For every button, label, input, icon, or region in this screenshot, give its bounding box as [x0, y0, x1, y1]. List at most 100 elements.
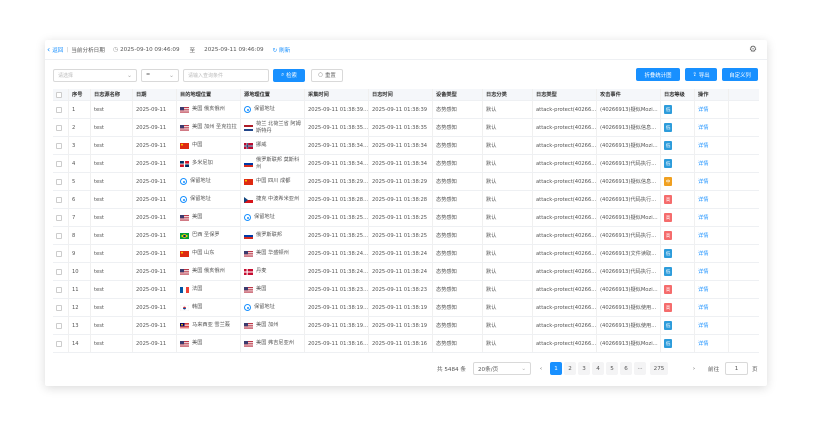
table-cell: (40266913)代码执行... — [597, 191, 661, 208]
flag-icon — [244, 250, 253, 257]
page-button[interactable]: 3 — [578, 362, 590, 375]
table-cell: 2025-09-11 — [133, 155, 177, 172]
select-all-checkbox[interactable] — [56, 91, 62, 98]
column-header: 日志时间 — [369, 89, 433, 100]
detail-link[interactable]: 详情 — [698, 340, 708, 347]
export-button[interactable]: ⇪ 导出 — [685, 68, 717, 81]
start-datetime[interactable]: 2025-09-10 09:46:09 — [120, 47, 179, 53]
flag-icon — [180, 340, 189, 347]
detail-link[interactable]: 详情 — [698, 196, 708, 203]
table-cell: test — [91, 299, 133, 316]
end-datetime[interactable]: 2025-09-11 09:46:09 — [204, 47, 263, 53]
detail-link[interactable]: 详情 — [698, 106, 708, 113]
level-badge: 低 — [664, 267, 672, 276]
table-cell: 2025-09-11 — [133, 119, 177, 136]
detail-link[interactable]: 详情 — [698, 322, 708, 329]
table-row[interactable]: 12 test 2025-09-11 韩国 保留地址 2025-09-11 01:38:1… — [53, 299, 759, 317]
table-row[interactable]: 4 test 2025-09-11 多米尼加 俄罗斯联邦 莫斯科州 2025-09-11 … — [53, 155, 759, 173]
next-page-button[interactable]: › — [688, 362, 700, 375]
table-row[interactable]: 6 test 2025-09-11 保留地址 捷克 中波希米亚州 2025-09-11 0… — [53, 191, 759, 209]
column-header: 日志类型 — [533, 89, 597, 100]
table-cell: 默认 — [483, 137, 533, 154]
row-checkbox[interactable] — [56, 232, 62, 239]
level-badge: 低 — [664, 321, 672, 330]
table-row[interactable]: 10 test 2025-09-11 美国 俄亥俄州 丹麦 2025-09-11 01:3… — [53, 263, 759, 281]
search-button[interactable]: ⌕ 检索 — [273, 68, 305, 82]
table-cell: 保留地址 — [241, 299, 305, 316]
row-checkbox[interactable] — [56, 322, 62, 329]
table-row[interactable]: 8 test 2025-09-11 巴西 圣保罗 俄罗斯联邦 2025-09-11 01:… — [53, 227, 759, 245]
table-cell: 2025-09-11 01:38:28 — [369, 191, 433, 208]
table-cell: 保留地址 — [241, 101, 305, 118]
detail-link[interactable]: 详情 — [698, 160, 708, 167]
table-cell: 默认 — [483, 101, 533, 118]
table-row[interactable]: 9 test 2025-09-11 中国 山东 美国 华盛顿州 2025-09-11 01… — [53, 245, 759, 263]
table-cell: test — [91, 191, 133, 208]
page-button[interactable]: 5 — [606, 362, 618, 375]
search-icon: ⌕ — [281, 71, 285, 78]
page-button[interactable]: 4 — [592, 362, 604, 375]
goto-page-input[interactable]: 1 — [725, 362, 748, 375]
table-row[interactable]: 11 test 2025-09-11 法国 美国 2025-09-11 01:38:23.… — [53, 281, 759, 299]
table-cell: 6 — [69, 191, 91, 208]
prev-page-button[interactable]: ‹ — [535, 362, 547, 375]
row-checkbox[interactable] — [56, 196, 62, 203]
flag-icon — [180, 214, 189, 221]
page-size-select[interactable]: 20条/页 ⌄ — [473, 362, 531, 375]
detail-link[interactable]: 详情 — [698, 142, 708, 149]
row-checkbox[interactable] — [56, 250, 62, 257]
table-cell: 默认 — [483, 335, 533, 352]
table-row[interactable]: 14 test 2025-09-11 美国 美国 弗吉尼亚州 2025-09-11 01:… — [53, 335, 759, 353]
detail-link[interactable]: 详情 — [698, 232, 708, 239]
table-row[interactable]: 3 test 2025-09-11 中国 挪威 2025-09-11 01:38:34..… — [53, 137, 759, 155]
detail-link[interactable]: 详情 — [698, 268, 708, 275]
table-header: 序号 日志源名称 日期 目的地理位置 源地理位置 采集时间 日志时间 设备类型 日志分类 日志类型… — [53, 89, 759, 101]
table-cell: 2025-09-11 01:38:34 — [369, 155, 433, 172]
table-row[interactable]: 1 test 2025-09-11 美国 俄亥俄州 保留地址 2025-09-11 01:… — [53, 101, 759, 119]
chevron-left-icon: ‹ — [47, 44, 51, 54]
table-cell: 2025-09-11 01:38:25 — [369, 209, 433, 226]
custom-columns-button[interactable]: 自定义列 — [722, 68, 758, 81]
row-checkbox[interactable] — [56, 304, 62, 311]
collapse-stats-button[interactable]: 折叠统计图 — [636, 68, 680, 81]
row-checkbox[interactable] — [56, 340, 62, 347]
gear-icon[interactable]: ⚙ — [749, 45, 759, 55]
row-checkbox[interactable] — [56, 214, 62, 221]
table-cell: 2025-09-11 01:38:28... — [305, 191, 369, 208]
row-checkbox[interactable] — [56, 286, 62, 293]
operator-select[interactable]: = ⌄ — [141, 68, 179, 82]
field-select[interactable]: 请选择 ⌄ — [53, 68, 137, 82]
table-cell: 2025-09-11 01:38:24 — [369, 245, 433, 262]
page-button[interactable]: 1 — [550, 362, 562, 375]
row-checkbox[interactable] — [56, 106, 62, 113]
flag-icon — [180, 124, 189, 131]
detail-link[interactable]: 详情 — [698, 214, 708, 221]
page-ellipsis[interactable]: ··· — [634, 362, 646, 375]
page-button[interactable]: 275 — [650, 362, 668, 375]
row-checkbox[interactable] — [56, 268, 62, 275]
level-badge: 低 — [664, 123, 672, 132]
page-button[interactable]: 2 — [564, 362, 576, 375]
row-checkbox[interactable] — [56, 178, 62, 185]
back-link[interactable]: ‹ 返回 — [47, 44, 63, 54]
row-checkbox[interactable] — [56, 160, 62, 167]
detail-link[interactable]: 详情 — [698, 124, 708, 131]
column-header: 攻击事件 — [597, 89, 661, 100]
detail-link[interactable]: 详情 — [698, 286, 708, 293]
table-row[interactable]: 13 test 2025-09-11 马来西亚 雪兰莪 美国 加州 2025-09-11 … — [53, 317, 759, 335]
detail-link[interactable]: 详情 — [698, 178, 708, 185]
row-checkbox[interactable] — [56, 142, 62, 149]
detail-link[interactable]: 详情 — [698, 304, 708, 311]
table-row[interactable]: 5 test 2025-09-11 保留地址 中国 四川 成都 2025-09-11 01… — [53, 173, 759, 191]
table-row[interactable]: 2 test 2025-09-11 美国 加州 圣克拉拉 荷兰 北荷兰省 阿姆斯特丹 20… — [53, 119, 759, 137]
page-button[interactable]: 6 — [620, 362, 632, 375]
table-cell: 美国 加州 — [241, 317, 305, 334]
table-row[interactable]: 7 test 2025-09-11 美国 保留地址 2025-09-11 01:38:25… — [53, 209, 759, 227]
flag-icon — [244, 322, 253, 329]
refresh-button[interactable]: ↻ 刷新 — [273, 46, 291, 54]
reset-button[interactable]: ○ 重置 — [311, 68, 343, 82]
query-input[interactable]: 请输入查询条件 — [183, 68, 269, 82]
filter-bar: 请选择 ⌄ = ⌄ 请输入查询条件 ⌕ 检索 ○ 重置 — [53, 68, 343, 82]
row-checkbox[interactable] — [56, 124, 62, 131]
detail-link[interactable]: 详情 — [698, 250, 708, 257]
